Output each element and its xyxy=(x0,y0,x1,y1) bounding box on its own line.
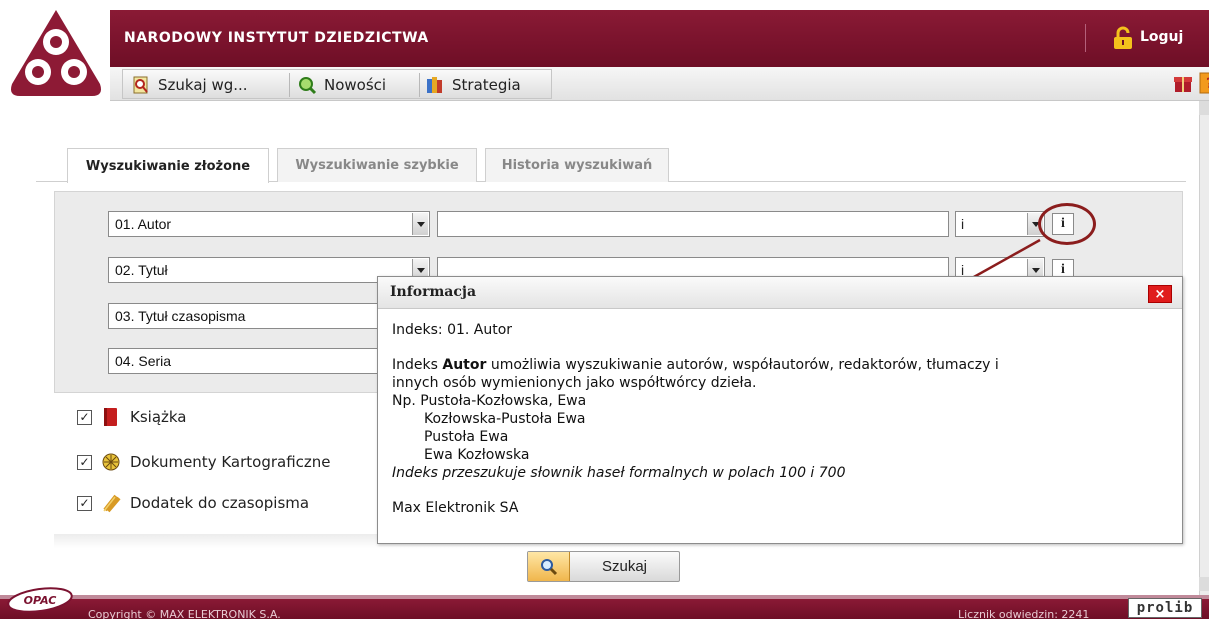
menu-item-label: Nowości xyxy=(324,76,387,94)
institute-logo xyxy=(11,10,101,96)
popup-index-line: Indeks: 01. Autor xyxy=(392,322,513,338)
copyright-text: Copyright © MAX ELEKTRONIK S.A. xyxy=(88,608,281,619)
svg-text:OPAC: OPAC xyxy=(24,594,57,607)
page-scrollbar[interactable] xyxy=(1199,101,1209,595)
popup-note: Indeks przeszukuje słownik haseł formaln… xyxy=(392,465,846,481)
opac-logo: OPAC xyxy=(7,587,73,613)
scroll-up-button[interactable] xyxy=(1199,101,1209,115)
maps-checkbox[interactable]: ✓ xyxy=(77,454,92,470)
doc-type-maps[interactable]: ✓ Dokumenty Kartograficzne xyxy=(77,451,331,473)
info-popup: Informacja × Indeks: 01. Autor Indeks Au… xyxy=(377,276,1183,544)
prolib-logo: prolib xyxy=(1128,598,1202,618)
operator-value: i xyxy=(961,216,965,232)
menu-bar: Szukaj wg... Nowości Strategia ? xyxy=(110,67,1209,101)
doc-type-book[interactable]: ✓ Książka xyxy=(77,406,187,428)
popup-example-intro: Np. Pustoła-Kozłowska, Ewa xyxy=(392,393,587,409)
popup-description: Indeks Autor umożliwia wyszukiwanie auto… xyxy=(392,357,999,373)
popup-example: Kozłowska-Pustoła Ewa xyxy=(424,411,586,427)
tab-search-history[interactable]: Historia wyszukiwań xyxy=(485,148,669,182)
title-bar: NARODOWY INSTYTUT DZIEDZICTWA Loguj xyxy=(110,10,1209,67)
doc-type-label: Książka xyxy=(130,408,187,426)
tab-quick-search[interactable]: Wyszukiwanie szybkie xyxy=(277,148,477,182)
menu-divider xyxy=(289,73,290,97)
doc-type-label: Dodatek do czasopisma xyxy=(130,494,310,512)
popup-description-line2: innych osób wymienionych jako współtwórc… xyxy=(392,375,757,391)
search-button-label: Szukaj xyxy=(601,558,648,575)
index-select-value: 02. Tytuł xyxy=(115,262,168,278)
gift-icon[interactable] xyxy=(1172,72,1194,94)
tab-advanced-search[interactable]: Wyszukiwanie złożone xyxy=(67,148,269,183)
operator-select-1[interactable]: i xyxy=(955,211,1045,237)
doc-type-supplement[interactable]: ✓ Dodatek do czasopisma xyxy=(77,492,309,514)
search-form-icon xyxy=(133,76,148,94)
login-separator xyxy=(1085,24,1086,52)
search-button[interactable]: Szukaj xyxy=(527,551,680,582)
supplement-checkbox[interactable]: ✓ xyxy=(77,495,92,511)
book-checkbox[interactable]: ✓ xyxy=(77,409,92,425)
strategy-icon xyxy=(427,77,442,93)
magnifier-icon xyxy=(528,552,570,581)
site-title: NARODOWY INSTYTUT DZIEDZICTWA xyxy=(124,30,429,46)
popup-body: Indeks: 01. Autor Indeks Autor umożliwia… xyxy=(392,321,1172,517)
close-button[interactable]: × xyxy=(1148,285,1172,303)
index-select-1[interactable]: 01. Autor xyxy=(108,211,430,237)
map-icon xyxy=(102,453,120,471)
popup-title: Informacja xyxy=(390,284,477,300)
menu-strip: Szukaj wg... Nowości Strategia xyxy=(122,69,552,99)
attachment-icon xyxy=(103,494,121,513)
doc-type-label: Dokumenty Kartograficzne xyxy=(130,453,331,471)
index-select-value: 03. Tytuł czasopisma xyxy=(115,308,246,324)
menu-item-label: Strategia xyxy=(452,76,521,94)
menu-item-label: Szukaj wg... xyxy=(158,76,248,94)
scroll-down-button[interactable] xyxy=(1199,577,1209,591)
popup-header: Informacja × xyxy=(378,277,1182,309)
search-input-1[interactable] xyxy=(437,211,949,237)
index-select-value: 04. Seria xyxy=(115,353,172,369)
news-icon xyxy=(299,77,317,95)
book-icon xyxy=(104,408,117,426)
menu-divider xyxy=(419,73,420,97)
index-select-value: 01. Autor xyxy=(115,216,172,232)
menu-item-news[interactable]: Nowości xyxy=(297,74,386,96)
visit-counter: Licznik odwiedzin: 2241 xyxy=(958,608,1090,619)
popup-company: Max Elektronik SA xyxy=(392,500,519,516)
menu-item-strategy[interactable]: Strategia xyxy=(425,74,521,96)
popup-example: Pustoła Ewa xyxy=(424,429,509,445)
help-icon[interactable]: ? xyxy=(1199,72,1209,94)
lock-icon[interactable] xyxy=(1112,26,1134,50)
popup-index-name: Autor xyxy=(442,357,487,373)
chevron-down-icon[interactable] xyxy=(412,213,428,235)
popup-example: Ewa Kozłowska xyxy=(424,447,530,463)
login-link[interactable]: Loguj xyxy=(1140,29,1183,45)
menu-item-search-by[interactable]: Szukaj wg... xyxy=(131,74,248,96)
